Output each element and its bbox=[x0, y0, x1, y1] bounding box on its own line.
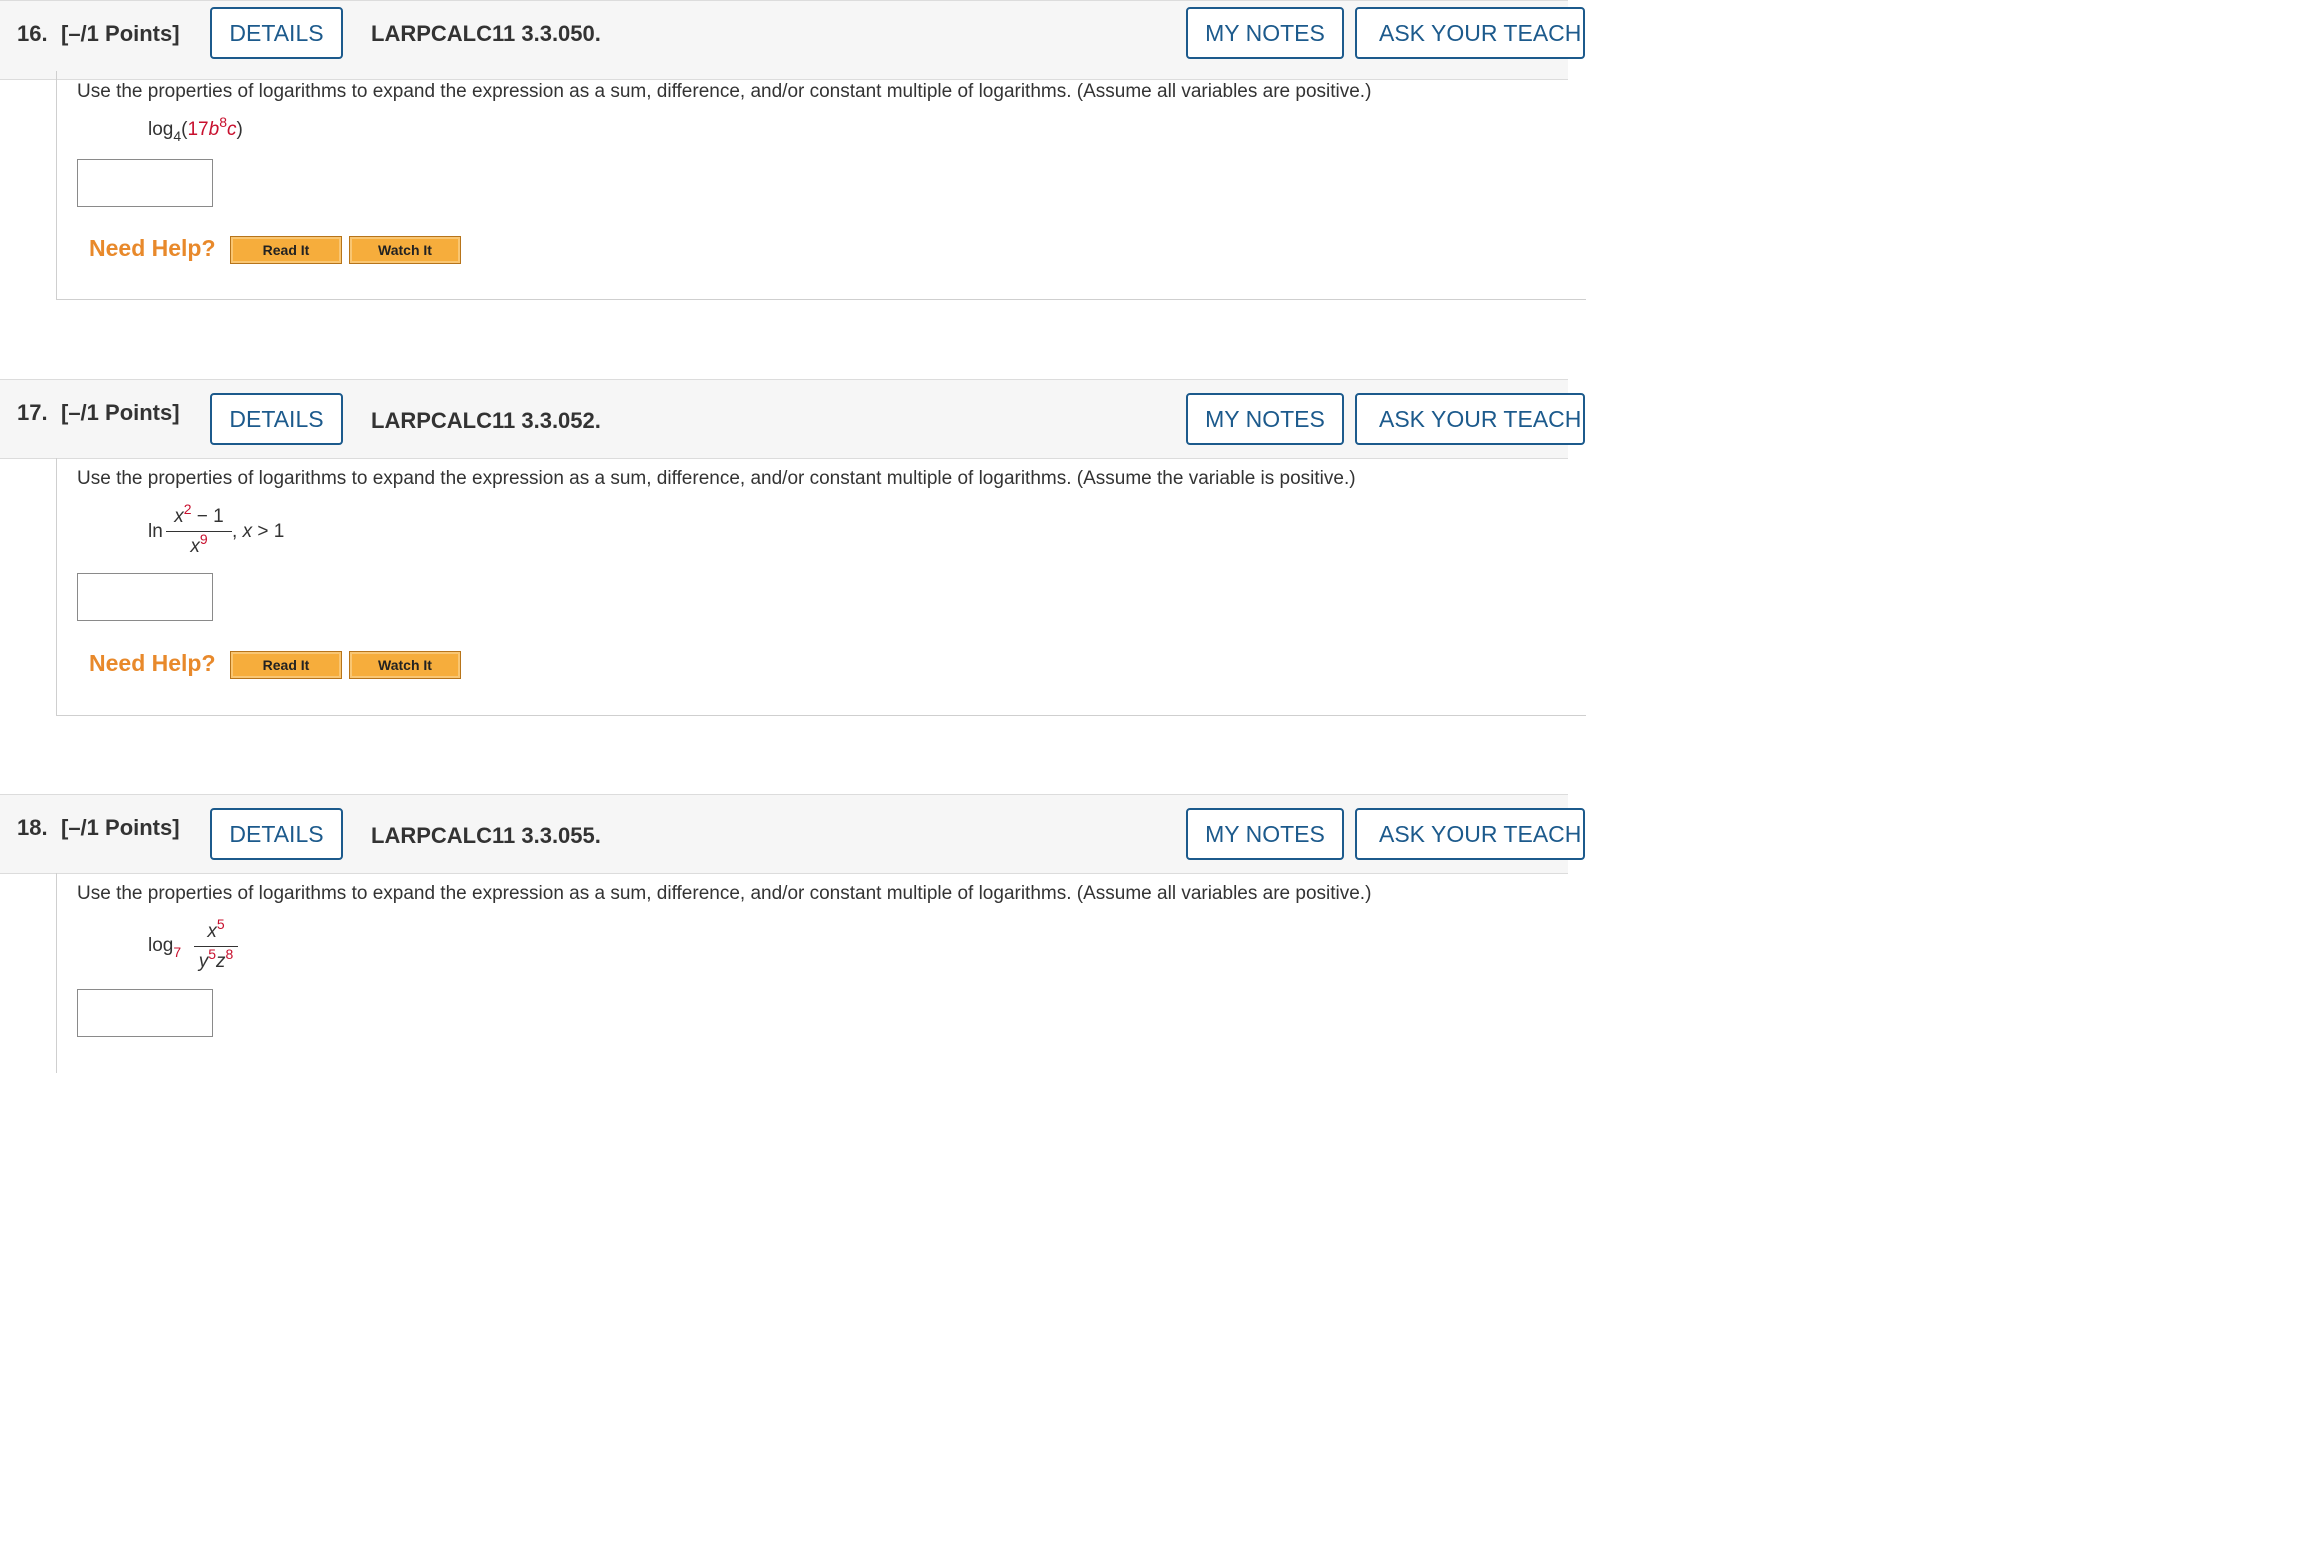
read-it-button[interactable]: Read It bbox=[230, 236, 342, 264]
answer-input[interactable] bbox=[77, 159, 213, 207]
numerator-variable: x bbox=[174, 506, 184, 527]
watch-it-button[interactable]: Watch It bbox=[349, 651, 461, 679]
question-header: 18. [–/1 Points] DETAILS LARPCALC11 3.3.… bbox=[0, 794, 1585, 874]
condition-rest: > 1 bbox=[252, 521, 285, 542]
condition: , x > 1 bbox=[232, 521, 284, 543]
coefficient: 17 bbox=[187, 119, 209, 140]
question-prompt: Use the properties of logarithms to expa… bbox=[77, 81, 1372, 102]
question-code: LARPCALC11 3.3.050. bbox=[371, 21, 601, 46]
question-points: [–/1 Points] bbox=[61, 21, 180, 46]
answer-input[interactable] bbox=[77, 573, 213, 621]
need-help-label: Need Help? bbox=[89, 235, 216, 261]
question-body: Use the properties of logarithms to expa… bbox=[56, 458, 1586, 716]
denominator-variable: x bbox=[190, 536, 200, 557]
math-expression: log4(17b8c) bbox=[148, 114, 243, 144]
math-expression: log7 x5 y5z8 bbox=[148, 916, 268, 981]
denominator-exponent: 9 bbox=[199, 531, 208, 547]
question-body: Use the properties of logarithms to expa… bbox=[56, 71, 1586, 300]
question-body: Use the properties of logarithms to expa… bbox=[56, 873, 1586, 1073]
denominator-exponent-z: 8 bbox=[225, 946, 234, 962]
ln-function: ln bbox=[148, 521, 163, 542]
log-base: 7 bbox=[173, 944, 182, 960]
fraction-bar bbox=[166, 531, 232, 532]
ask-your-teacher-button[interactable]: ASK YOUR TEACHER bbox=[1355, 808, 1585, 860]
question-points: [–/1 Points] bbox=[61, 815, 180, 840]
numerator-exponent: 2 bbox=[183, 501, 192, 517]
need-help-label: Need Help? bbox=[89, 650, 216, 676]
question-points: [–/1 Points] bbox=[61, 400, 180, 425]
question-number: 18. bbox=[17, 815, 48, 840]
question-number: 16. bbox=[17, 21, 48, 46]
question-header: 17. [–/1 Points] DETAILS LARPCALC11 3.3.… bbox=[0, 379, 1585, 459]
details-button[interactable]: DETAILS bbox=[210, 7, 343, 59]
denominator-variable-y: y bbox=[198, 951, 209, 972]
numerator-exponent: 5 bbox=[216, 916, 225, 932]
exponent: 8 bbox=[219, 114, 227, 130]
fraction-denominator: y5z8 bbox=[194, 946, 238, 973]
log-function: log bbox=[148, 935, 174, 956]
log-base: 4 bbox=[173, 128, 182, 144]
variable-b: b bbox=[208, 119, 220, 140]
variable-c: c bbox=[227, 119, 237, 140]
denominator-exponent-y: 5 bbox=[208, 946, 216, 962]
my-notes-button[interactable]: MY NOTES bbox=[1186, 393, 1344, 445]
condition-separator: , bbox=[232, 521, 243, 542]
condition-variable: x bbox=[242, 521, 253, 542]
numerator-variable: x bbox=[207, 921, 217, 942]
fraction-numerator: x2 − 1 bbox=[166, 501, 232, 528]
denominator-variable-z: z bbox=[216, 951, 226, 972]
my-notes-button[interactable]: MY NOTES bbox=[1186, 7, 1344, 59]
numerator-rest: − 1 bbox=[191, 506, 224, 527]
math-expression: ln x2 − 1 x9 , x > 1 bbox=[148, 501, 348, 566]
ask-your-teacher-button[interactable]: ASK YOUR TEACHER bbox=[1355, 393, 1585, 445]
answer-input[interactable] bbox=[77, 989, 213, 1037]
details-button[interactable]: DETAILS bbox=[210, 393, 343, 445]
details-button[interactable]: DETAILS bbox=[210, 808, 343, 860]
question-code: LARPCALC11 3.3.052. bbox=[371, 408, 601, 433]
question-prompt: Use the properties of logarithms to expa… bbox=[77, 883, 1372, 904]
question-number: 17. bbox=[17, 400, 48, 425]
question-header: 16. [–/1 Points] DETAILS LARPCALC11 3.3.… bbox=[0, 0, 1585, 80]
ask-your-teacher-button[interactable]: ASK YOUR TEACHER bbox=[1355, 7, 1585, 59]
watch-it-button[interactable]: Watch It bbox=[349, 236, 461, 264]
question-code: LARPCALC11 3.3.055. bbox=[371, 823, 601, 848]
paren-close: ) bbox=[236, 119, 243, 140]
log-function: log bbox=[148, 119, 174, 140]
read-it-button[interactable]: Read It bbox=[230, 651, 342, 679]
fraction-denominator: x9 bbox=[166, 531, 232, 558]
log-expression: log7 bbox=[148, 935, 182, 960]
my-notes-button[interactable]: MY NOTES bbox=[1186, 808, 1344, 860]
question-prompt: Use the properties of logarithms to expa… bbox=[77, 468, 1356, 489]
fraction-numerator: x5 bbox=[194, 916, 238, 943]
